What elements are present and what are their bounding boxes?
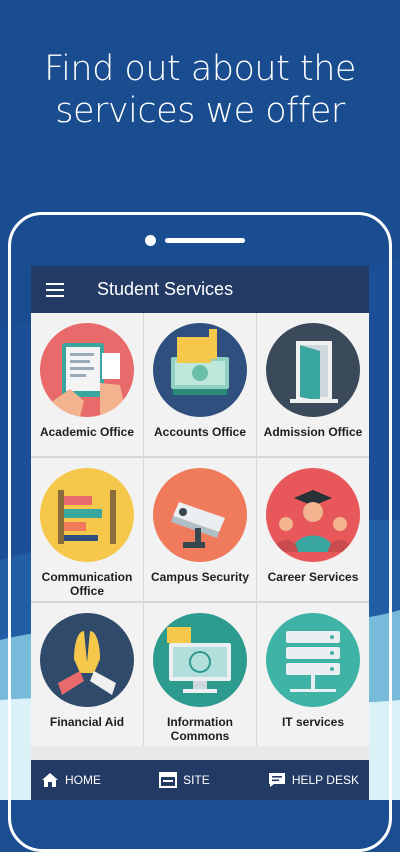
service-tile-it-services[interactable]: IT services <box>257 603 369 746</box>
communication-office-icon <box>40 468 134 562</box>
promo-line-1: Find out about the <box>44 49 356 89</box>
phone-speaker <box>165 238 245 243</box>
service-label: Campus Security <box>150 570 250 584</box>
service-label: Information Commons <box>167 715 233 743</box>
app-bar: Student Services <box>31 266 369 313</box>
information-commons-icon <box>153 613 247 707</box>
it-services-icon <box>266 613 360 707</box>
campus-security-icon <box>153 468 247 562</box>
service-label: Accounts Office <box>153 425 246 439</box>
service-label: Financial Aid <box>49 715 125 729</box>
service-tile-admission-office[interactable]: Admission Office <box>257 313 369 456</box>
nav-help-desk-label: HELP DESK <box>291 773 359 787</box>
services-grid: Academic Office Accounts Office Admissio… <box>31 313 369 746</box>
site-icon <box>159 772 178 788</box>
app-screen: Student Services Academic Office Account… <box>31 266 369 800</box>
accounts-office-icon <box>153 323 247 417</box>
service-tile-campus-security[interactable]: Campus Security <box>144 458 256 601</box>
service-label: Academic Office <box>39 425 135 439</box>
service-tile-information-commons[interactable]: Information Commons <box>144 603 256 746</box>
service-tile-career-services[interactable]: Career Services <box>257 458 369 601</box>
phone-camera-dot <box>145 235 156 246</box>
help-desk-icon <box>268 772 286 788</box>
admission-office-icon <box>266 323 360 417</box>
academic-office-icon <box>40 323 134 417</box>
career-services-icon <box>266 468 360 562</box>
hamburger-menu-icon[interactable] <box>31 266 81 313</box>
promo-headline: Find out about the services we offer <box>0 48 400 132</box>
nav-help-desk-button[interactable]: HELP DESK <box>258 760 369 800</box>
service-tile-communication-office[interactable]: Communication Office <box>31 458 143 601</box>
service-tile-accounts-office[interactable]: Accounts Office <box>144 313 256 456</box>
service-tile-academic-office[interactable]: Academic Office <box>31 313 143 456</box>
nav-site-button[interactable]: SITE <box>149 760 220 800</box>
service-label: Admission Office <box>263 425 363 439</box>
nav-site-label: SITE <box>183 773 210 787</box>
bottom-navigation: HOME SITE HELP DESK <box>31 760 369 800</box>
nav-home-label: HOME <box>65 773 101 787</box>
service-label: Communication Office <box>41 570 133 598</box>
app-title: Student Services <box>97 279 234 299</box>
service-label: IT services <box>281 715 345 729</box>
nav-home-button[interactable]: HOME <box>31 760 111 800</box>
home-icon <box>41 772 59 788</box>
service-tile-financial-aid[interactable]: Financial Aid <box>31 603 143 746</box>
promo-line-2: services we offer <box>55 91 345 131</box>
service-label: Career Services <box>267 570 359 584</box>
financial-aid-icon <box>40 613 134 707</box>
